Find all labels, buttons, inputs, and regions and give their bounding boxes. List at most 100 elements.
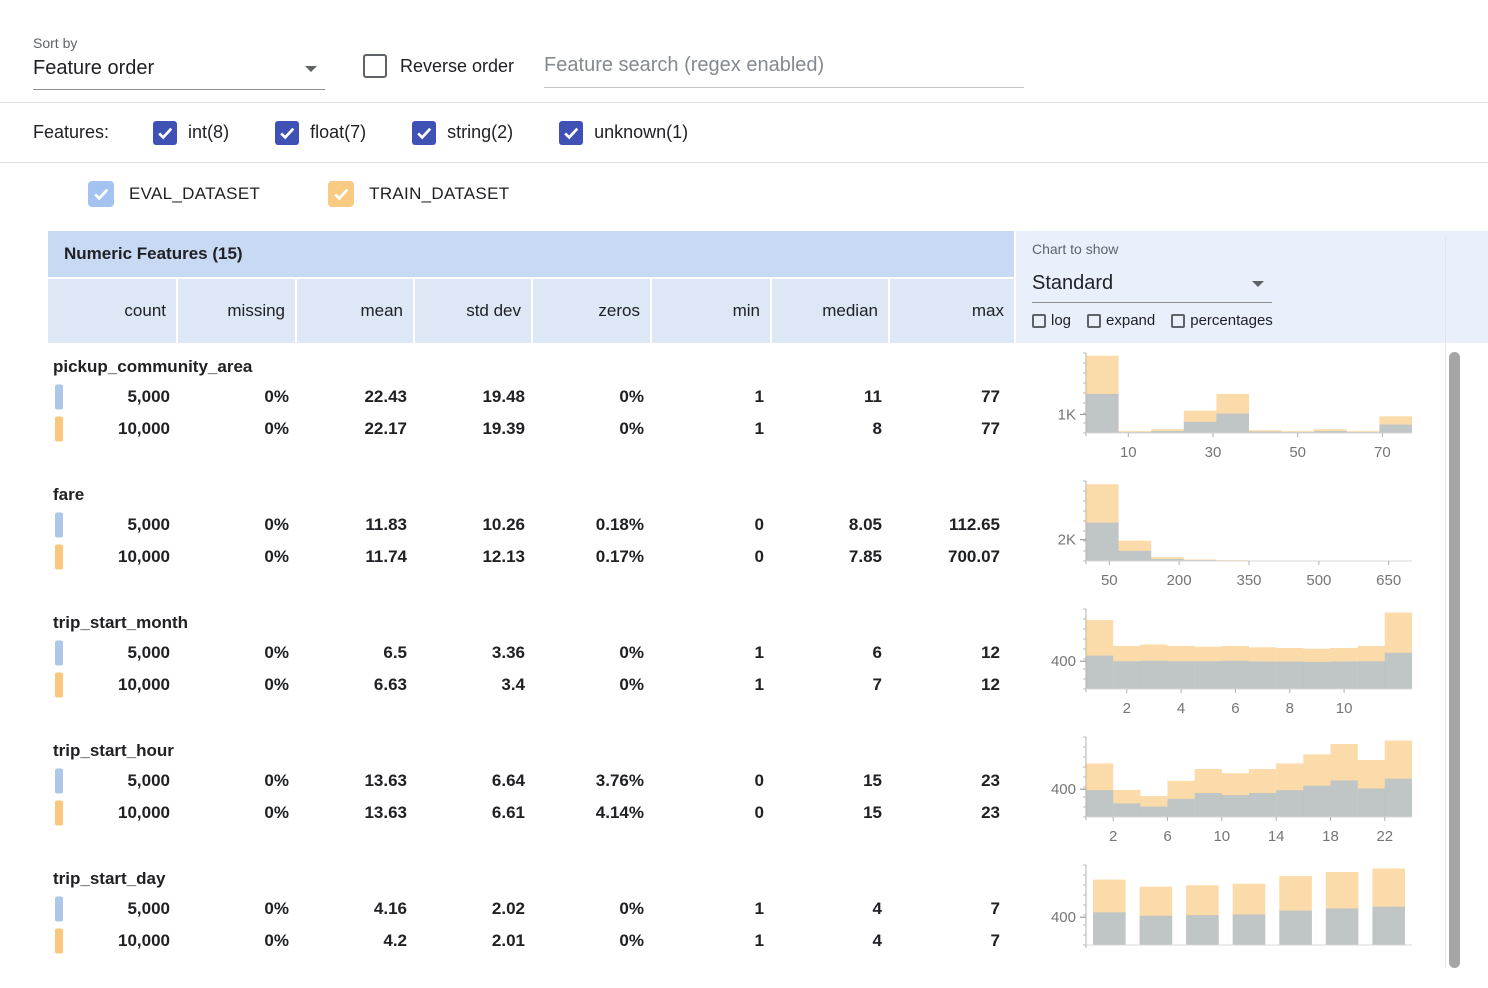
feature-type-filter-float[interactable]: float(7) bbox=[275, 121, 366, 145]
stat-value: 1 bbox=[755, 675, 764, 694]
dataset-toggle-eval[interactable]: EVAL_DATASET bbox=[88, 181, 260, 207]
stat-value: 0% bbox=[264, 547, 289, 566]
svg-text:650: 650 bbox=[1376, 572, 1401, 589]
stat-value: 23 bbox=[981, 771, 1000, 790]
dataset-color-swatch bbox=[55, 801, 63, 826]
stat-count: 10,000 bbox=[48, 803, 176, 823]
stat-mean: 11.83 bbox=[295, 515, 413, 535]
feature-chart: 1K10305070 bbox=[1028, 347, 1420, 475]
column-header-mean: mean bbox=[295, 279, 413, 343]
toggle-expand[interactable]: expand bbox=[1087, 312, 1155, 329]
stat-std-dev: 2.01 bbox=[413, 931, 531, 951]
svg-text:2: 2 bbox=[1123, 700, 1131, 717]
feature-histogram: 1K10305070 bbox=[1028, 347, 1420, 471]
stat-max: 12 bbox=[888, 675, 1006, 695]
feature-stats: fare5,0000%11.8310.260.18%08.05112.6510,… bbox=[48, 475, 1006, 603]
dataset-color-swatch bbox=[55, 673, 63, 698]
sort-by-select[interactable]: Feature order bbox=[33, 51, 325, 90]
stat-value: 10,000 bbox=[118, 675, 170, 694]
feature-stats: trip_start_hour5,0000%13.636.643.76%0152… bbox=[48, 731, 1006, 859]
feature-name: trip_start_day bbox=[48, 859, 1006, 893]
stat-value: 2.02 bbox=[492, 899, 525, 918]
stat-value: 0 bbox=[755, 803, 764, 822]
stat-mean: 22.43 bbox=[295, 387, 413, 407]
stat-min: 0 bbox=[650, 515, 770, 535]
column-header-std-dev: std dev bbox=[413, 279, 531, 343]
dataset-label: TRAIN_DATASET bbox=[369, 184, 509, 204]
stat-count: 5,000 bbox=[48, 771, 176, 791]
stat-value: 5,000 bbox=[127, 387, 170, 406]
feature-type-filter-string[interactable]: string(2) bbox=[412, 121, 513, 145]
stat-zeros: 0% bbox=[531, 643, 650, 663]
stat-max: 77 bbox=[888, 387, 1006, 407]
feature-block: fare5,0000%11.8310.260.18%08.05112.6510,… bbox=[48, 475, 1488, 603]
stat-missing: 0% bbox=[176, 771, 295, 791]
stat-value: 10.26 bbox=[482, 515, 525, 534]
feature-row-train: 10,0000%4.22.010%147 bbox=[48, 925, 1006, 957]
feature-type-filter-int[interactable]: int(8) bbox=[153, 121, 229, 145]
stat-value: 112.65 bbox=[949, 515, 1000, 534]
checkbox-checked-icon bbox=[153, 121, 177, 145]
stat-value: 0% bbox=[264, 675, 289, 694]
stat-mean: 4.16 bbox=[295, 899, 413, 919]
chart-type-select[interactable]: Standard bbox=[1032, 266, 1272, 303]
stat-value: 0% bbox=[264, 419, 289, 438]
features-label: Features: bbox=[33, 122, 109, 143]
dataset-label: EVAL_DATASET bbox=[129, 184, 260, 204]
toggle-label: expand bbox=[1106, 312, 1155, 329]
vertical-scrollbar[interactable] bbox=[1449, 352, 1460, 968]
stat-max: 12 bbox=[888, 643, 1006, 663]
stat-value: 11.83 bbox=[365, 515, 407, 534]
stat-missing: 0% bbox=[176, 387, 295, 407]
stat-value: 13.63 bbox=[364, 771, 407, 790]
stat-missing: 0% bbox=[176, 899, 295, 919]
checkbox-checked-icon bbox=[88, 181, 114, 207]
stat-value: 19.39 bbox=[482, 419, 525, 438]
feature-search-input[interactable] bbox=[544, 46, 1024, 88]
checkbox-icon bbox=[1171, 314, 1185, 328]
svg-text:6: 6 bbox=[1231, 700, 1239, 717]
svg-text:70: 70 bbox=[1374, 444, 1391, 461]
svg-text:14: 14 bbox=[1268, 828, 1285, 845]
stat-value: 0 bbox=[755, 771, 764, 790]
svg-text:4: 4 bbox=[1177, 700, 1185, 717]
stat-value: 3.4 bbox=[501, 675, 525, 694]
stat-value: 2.01 bbox=[492, 931, 525, 950]
feature-type-filter-unknown[interactable]: unknown(1) bbox=[559, 121, 688, 145]
stat-std-dev: 10.26 bbox=[413, 515, 531, 535]
svg-text:10: 10 bbox=[1213, 828, 1230, 845]
stat-max: 23 bbox=[888, 771, 1006, 791]
feature-row-train: 10,0000%22.1719.390%1877 bbox=[48, 413, 1006, 445]
stat-count: 10,000 bbox=[48, 675, 176, 695]
feature-chart: 2K50200350500650 bbox=[1028, 475, 1420, 603]
stat-zeros: 0% bbox=[531, 387, 650, 407]
dataset-color-swatch bbox=[55, 385, 63, 410]
stat-value: 5,000 bbox=[127, 771, 170, 790]
feature-row-train: 10,0000%6.633.40%1712 bbox=[48, 669, 1006, 701]
stat-value: 77 bbox=[981, 419, 1000, 438]
stat-value: 0% bbox=[619, 387, 644, 406]
dataset-toggle-train[interactable]: TRAIN_DATASET bbox=[328, 181, 509, 207]
svg-text:22: 22 bbox=[1376, 828, 1393, 845]
toggle-log[interactable]: log bbox=[1032, 312, 1071, 329]
stat-value: 22.43 bbox=[364, 387, 407, 406]
reverse-order-checkbox[interactable]: Reverse order bbox=[363, 54, 514, 90]
table-head: Numeric Features (15) countmissingmeanst… bbox=[48, 231, 1488, 343]
stat-missing: 0% bbox=[176, 419, 295, 439]
stat-max: 112.65 bbox=[888, 515, 1006, 535]
feature-histogram: 400246810 bbox=[1028, 603, 1420, 727]
stat-value: 0 bbox=[755, 547, 764, 566]
feature-type-filter-label: string(2) bbox=[447, 122, 513, 143]
stat-value: 0% bbox=[264, 771, 289, 790]
stat-min: 0 bbox=[650, 547, 770, 567]
svg-text:350: 350 bbox=[1236, 572, 1261, 589]
check-icon bbox=[277, 123, 297, 143]
svg-text:200: 200 bbox=[1167, 572, 1192, 589]
chart-to-show-label: Chart to show bbox=[1032, 241, 1488, 257]
stat-median: 4 bbox=[770, 899, 888, 919]
feature-row-eval: 5,0000%6.53.360%1612 bbox=[48, 637, 1006, 669]
feature-list: pickup_community_area5,0000%22.4319.480%… bbox=[48, 347, 1488, 987]
feature-block: trip_start_hour5,0000%13.636.643.76%0152… bbox=[48, 731, 1488, 859]
stat-std-dev: 6.61 bbox=[413, 803, 531, 823]
toggle-percentages[interactable]: percentages bbox=[1171, 312, 1273, 329]
